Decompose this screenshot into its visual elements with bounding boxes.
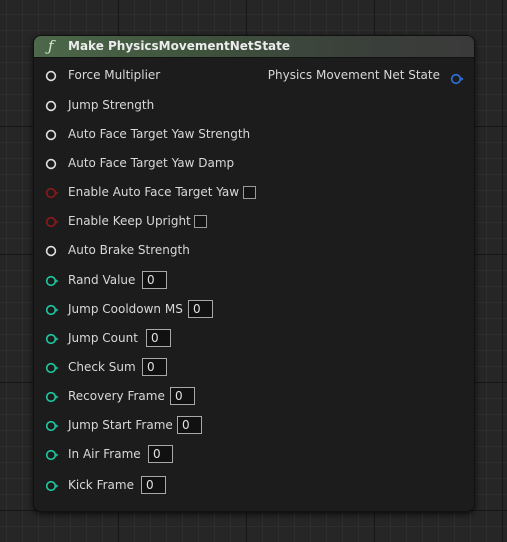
pin-row-jump-count[interactable]: Jump Count 0 — [34, 329, 454, 349]
bool-pin-icon[interactable] — [45, 187, 59, 199]
int-pin-icon[interactable] — [45, 420, 59, 432]
pin-label: Jump Start Frame — [68, 418, 173, 432]
node-title: Make PhysicsMovementNetState — [68, 39, 291, 53]
pin-label: Enable Auto Face Target Yaw — [68, 185, 240, 199]
int-pin-icon[interactable] — [45, 391, 59, 403]
pin-label: Enable Keep Upright — [68, 214, 191, 228]
pin-row-auto-face-target-yaw-strength[interactable]: Auto Face Target Yaw Strength — [34, 125, 454, 145]
number-input[interactable]: 0 — [188, 300, 213, 318]
pin-label: Jump Strength — [68, 98, 155, 112]
pin-label: Force Multiplier — [68, 68, 161, 82]
pin-label: Jump Cooldown MS — [68, 302, 183, 316]
pin-label: Recovery Frame — [68, 389, 165, 403]
pin-row-force-multiplier[interactable]: Force Multiplier — [34, 66, 454, 86]
float-pin-icon[interactable] — [45, 129, 57, 141]
function-icon: ƒ — [48, 37, 54, 55]
int-pin-icon[interactable] — [45, 304, 59, 316]
int-pin-icon[interactable] — [45, 333, 59, 345]
number-input[interactable]: 0 — [148, 445, 173, 463]
float-pin-icon[interactable] — [45, 70, 57, 82]
pin-label: Jump Count — [68, 331, 138, 345]
float-pin-icon[interactable] — [45, 158, 57, 170]
pin-row-jump-strength[interactable]: Jump Strength — [34, 96, 454, 116]
number-input[interactable]: 0 — [142, 358, 167, 376]
pin-label: In Air Frame — [68, 447, 141, 461]
pin-row-auto-face-target-yaw-damp[interactable]: Auto Face Target Yaw Damp — [34, 154, 454, 174]
pin-row-rand-value[interactable]: Rand Value 0 — [34, 271, 454, 291]
number-input[interactable]: 0 — [142, 271, 167, 289]
make-physics-movement-net-state-node[interactable]: ƒ Make PhysicsMovementNetState Physics M… — [33, 35, 475, 512]
float-pin-icon[interactable] — [45, 100, 57, 112]
pin-row-kick-frame[interactable]: Kick Frame 0 — [34, 476, 454, 496]
int-pin-icon[interactable] — [45, 275, 59, 287]
pin-row-auto-brake-strength[interactable]: Auto Brake Strength — [34, 241, 454, 261]
int-pin-icon[interactable] — [45, 449, 59, 461]
pin-row-recovery-frame[interactable]: Recovery Frame 0 — [34, 387, 454, 407]
number-input[interactable]: 0 — [141, 476, 166, 494]
pin-label: Rand Value — [68, 273, 136, 287]
int-pin-icon[interactable] — [45, 362, 59, 374]
float-pin-icon[interactable] — [45, 245, 57, 257]
pin-label: Kick Frame — [68, 478, 134, 492]
pin-label: Check Sum — [68, 360, 136, 374]
number-input[interactable]: 0 — [170, 387, 195, 405]
bool-pin-icon[interactable] — [45, 216, 59, 228]
number-input[interactable]: 0 — [177, 416, 202, 434]
pin-label: Auto Face Target Yaw Damp — [68, 156, 235, 170]
number-input[interactable]: 0 — [146, 329, 171, 347]
pin-label: Auto Brake Strength — [68, 243, 190, 257]
checkbox[interactable] — [194, 215, 207, 228]
checkbox[interactable] — [243, 186, 256, 199]
pin-row-check-sum[interactable]: Check Sum 0 — [34, 358, 454, 378]
pin-row-jump-start-frame[interactable]: Jump Start Frame 0 — [34, 416, 454, 436]
pin-row-enable-keep-upright[interactable]: Enable Keep Upright — [34, 212, 454, 232]
int-pin-icon[interactable] — [45, 480, 59, 492]
node-header[interactable]: ƒ Make PhysicsMovementNetState — [34, 36, 474, 58]
pin-row-jump-cooldown-ms[interactable]: Jump Cooldown MS 0 — [34, 300, 454, 320]
pin-row-in-air-frame[interactable]: In Air Frame 0 — [34, 445, 454, 465]
pin-label: Auto Face Target Yaw Strength — [68, 127, 251, 141]
pin-row-enable-auto-face-target-yaw[interactable]: Enable Auto Face Target Yaw — [34, 183, 454, 203]
